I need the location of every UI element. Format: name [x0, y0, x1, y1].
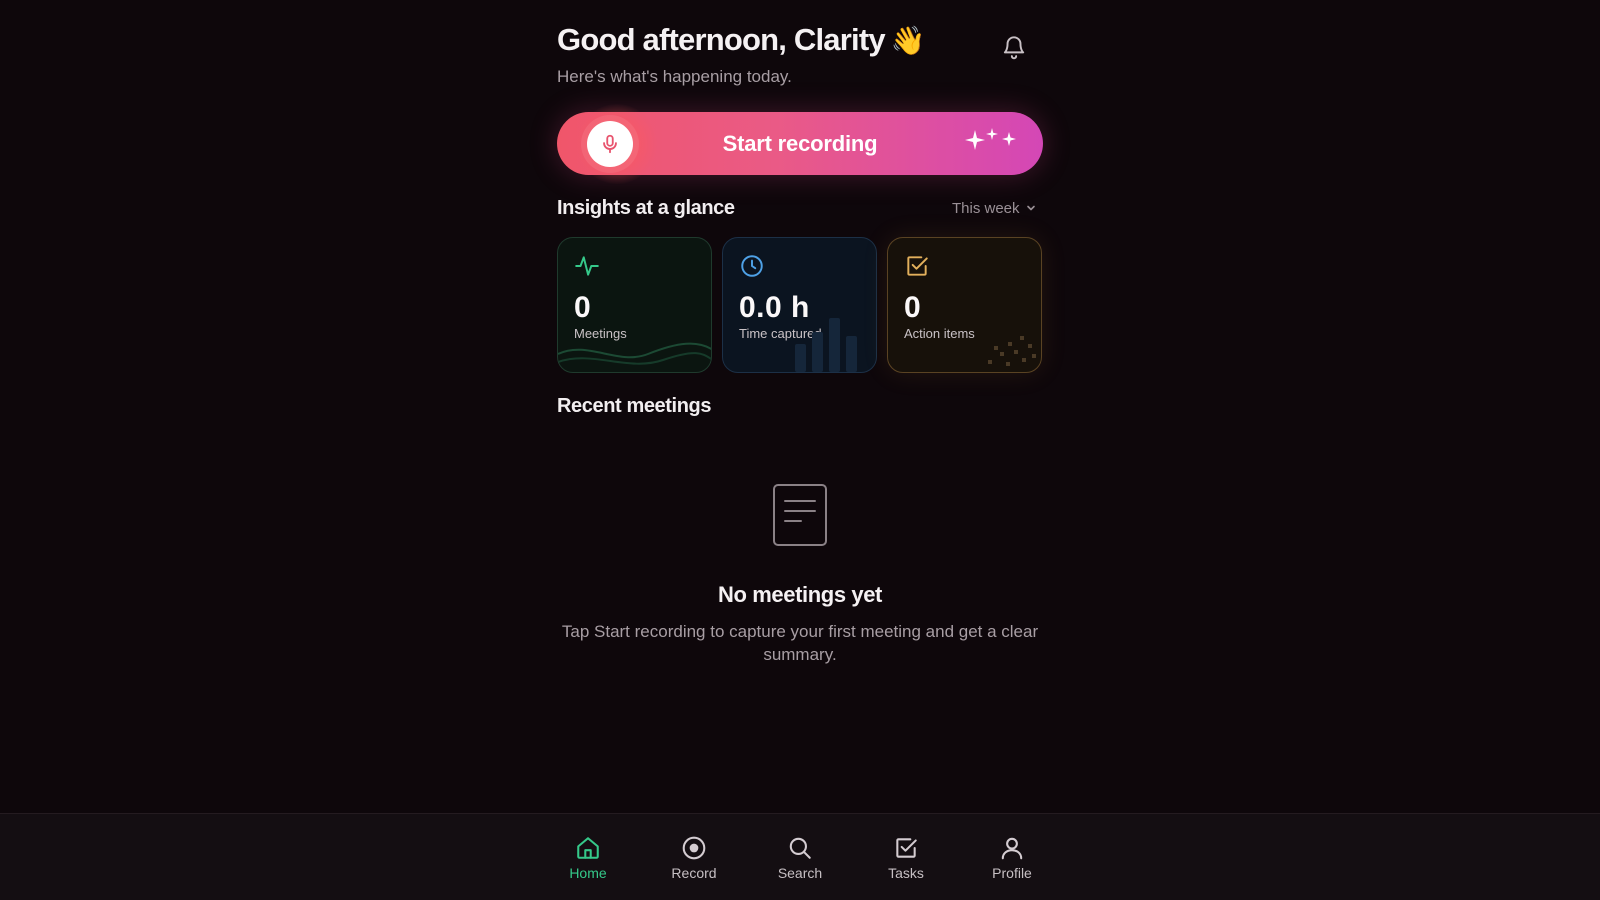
notifications-button[interactable] — [998, 30, 1030, 64]
page-title: Good afternoon, Clarity 👋 — [557, 22, 926, 58]
activity-icon — [575, 256, 599, 276]
checkbox-icon — [907, 256, 928, 276]
dots-decoration — [988, 336, 1036, 366]
nav-label-search: Search — [777, 865, 823, 881]
nav-item-record[interactable]: Record — [654, 834, 734, 886]
greeting-text: Good afternoon, Clarity — [557, 22, 886, 57]
nav-item-tasks[interactable]: Tasks — [866, 834, 946, 886]
range-dropdown[interactable]: This week — [952, 198, 1044, 218]
nav-item-home[interactable]: Home — [548, 834, 628, 886]
empty-state-title: No meetings yet — [718, 582, 882, 607]
document-icon — [773, 484, 827, 546]
empty-state-description: Tap Start recording to capture your firs… — [561, 622, 1039, 664]
nav-label-home: Home — [569, 865, 607, 881]
insights-title: Insights at a glance — [557, 197, 735, 219]
meetings-count: 0 — [574, 291, 592, 324]
waving-hand-icon: 👋 — [890, 25, 926, 56]
record-icon — [682, 836, 706, 860]
nav-item-search[interactable]: Search — [760, 834, 840, 886]
time-captured-card[interactable]: 0.0 h Time captured — [722, 237, 877, 373]
home-screen: Good afternoon, Clarity 👋 Here's what's h… — [0, 0, 1600, 900]
microphone-icon — [603, 134, 617, 154]
range-value: This week — [952, 199, 1020, 217]
start-recording-button[interactable]: Start recording — [557, 104, 1043, 184]
page-subtitle: Here's what's happening today. — [557, 67, 792, 86]
recent-meetings-title: Recent meetings — [557, 395, 712, 417]
nav-label-record: Record — [671, 865, 717, 881]
home-icon — [577, 837, 599, 859]
profile-icon — [1001, 837, 1023, 860]
meetings-card[interactable]: 0 Meetings — [557, 237, 712, 373]
tasks-icon — [896, 838, 917, 858]
bars-decoration — [795, 318, 857, 372]
search-icon — [789, 837, 811, 859]
nav-label-profile: Profile — [992, 865, 1032, 881]
wave-decoration — [558, 342, 711, 365]
sparkles-icon — [965, 128, 1016, 150]
action-items-count: 0 — [904, 291, 922, 324]
mic-badge — [587, 121, 633, 167]
start-recording-label: Start recording — [722, 130, 878, 156]
clock-icon — [741, 255, 763, 277]
bell-icon — [1003, 36, 1025, 60]
nav-item-profile[interactable]: Profile — [972, 834, 1052, 886]
bottom-navigation: Home Record Search Tasks Profile — [0, 813, 1600, 900]
nav-label-tasks: Tasks — [888, 865, 924, 881]
chevron-down-icon — [1026, 205, 1035, 211]
action-items-card[interactable]: 0 Action items — [887, 237, 1042, 373]
